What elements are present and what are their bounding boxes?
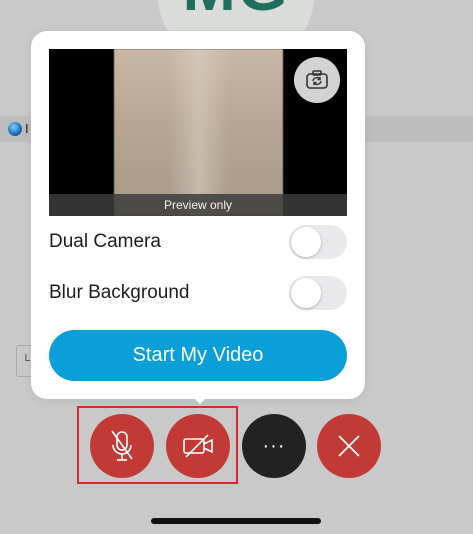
dual-camera-label: Dual Camera [49, 231, 161, 252]
end-call-button[interactable] [317, 414, 381, 478]
close-icon [338, 435, 360, 457]
camera-feed [114, 49, 283, 216]
preview-caption: Preview only [49, 194, 347, 216]
camera-rotate-icon[interactable] [294, 57, 340, 103]
more-dots-icon: ··· [262, 434, 286, 457]
home-indicator[interactable] [151, 518, 321, 524]
blur-background-label: Blur Background [49, 282, 190, 303]
globe-icon [8, 122, 22, 136]
dual-camera-toggle[interactable] [289, 225, 347, 259]
background-panel-glyph: └ [22, 355, 30, 367]
more-options-button[interactable]: ··· [242, 414, 306, 478]
banner-glyph: I [25, 121, 29, 136]
video-button[interactable] [166, 414, 230, 478]
toggle-knob [291, 278, 321, 308]
blur-background-toggle[interactable] [289, 276, 347, 310]
mute-button[interactable] [90, 414, 154, 478]
toggle-knob [291, 227, 321, 257]
start-video-button[interactable]: Start My Video [49, 330, 347, 381]
mic-off-icon [111, 430, 133, 461]
avatar-initials: MG [182, 0, 289, 20]
video-off-icon [183, 434, 213, 458]
popover-tail [192, 396, 208, 404]
